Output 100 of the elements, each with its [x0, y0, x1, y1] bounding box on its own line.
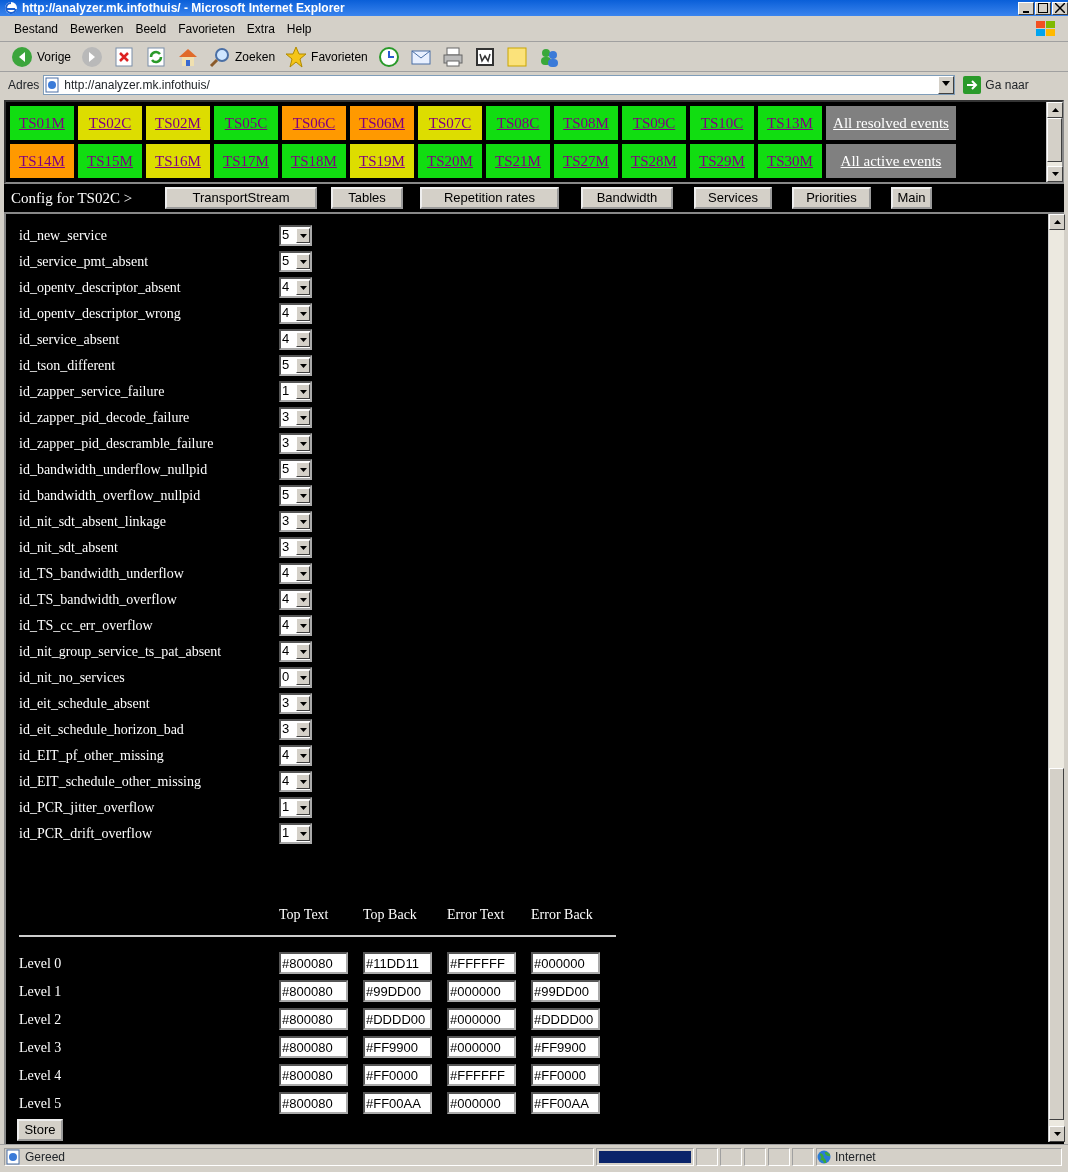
stream-link[interactable]: TS18M [282, 144, 346, 178]
stream-link[interactable]: TS21M [486, 144, 550, 178]
nav-button[interactable]: Main [891, 187, 932, 209]
value-select[interactable]: 4 [279, 614, 312, 636]
color-input[interactable]: #000000 [531, 952, 600, 974]
value-select[interactable]: 5 [279, 484, 312, 506]
color-input[interactable]: #FF00AA [531, 1092, 600, 1114]
value-select[interactable]: 4 [279, 770, 312, 792]
maximize-button[interactable] [1035, 1, 1051, 15]
stream-link[interactable]: TS10C [690, 106, 754, 140]
stream-link[interactable]: TS20M [418, 144, 482, 178]
value-select[interactable]: 3 [279, 718, 312, 740]
color-input[interactable]: #800080 [279, 1036, 348, 1058]
value-select[interactable]: 4 [279, 562, 312, 584]
color-input[interactable]: #FF00AA [363, 1092, 432, 1114]
stream-link[interactable]: TS02C [78, 106, 142, 140]
nav-button[interactable]: TransportStream [165, 187, 317, 209]
value-select[interactable]: 4 [279, 276, 312, 298]
color-input[interactable]: #DDDD00 [531, 1008, 600, 1030]
events-link[interactable]: All active events [826, 144, 956, 178]
value-select[interactable]: 4 [279, 588, 312, 610]
close-button[interactable] [1052, 1, 1068, 15]
stream-link[interactable]: TS05C [214, 106, 278, 140]
color-input[interactable]: #800080 [279, 1092, 348, 1114]
menu-item[interactable]: Bestand [8, 15, 65, 42]
stream-link[interactable]: TS14M [10, 144, 74, 178]
scrollbar[interactable] [1048, 214, 1064, 1142]
color-input[interactable]: #FF0000 [363, 1064, 432, 1086]
color-input[interactable]: #000000 [447, 1092, 516, 1114]
color-input[interactable]: #FF0000 [531, 1064, 600, 1086]
color-input[interactable]: #800080 [279, 1064, 348, 1086]
nav-button[interactable]: Priorities [792, 187, 871, 209]
stream-link[interactable]: TS02M [146, 106, 210, 140]
color-input[interactable]: #99DD00 [363, 980, 432, 1002]
search-button[interactable]: Zoeken [206, 42, 279, 71]
color-input[interactable]: #99DD00 [531, 980, 600, 1002]
color-input[interactable]: #FF9900 [531, 1036, 600, 1058]
back-button[interactable]: Vorige [8, 42, 75, 71]
color-input[interactable]: #800080 [279, 1008, 348, 1030]
nav-button[interactable]: Bandwidth [581, 187, 673, 209]
menu-item[interactable]: Help [280, 15, 318, 42]
stream-link[interactable]: TS13M [758, 106, 822, 140]
value-select[interactable]: 4 [279, 302, 312, 324]
nav-button[interactable]: Repetition rates [420, 187, 559, 209]
stream-link[interactable]: TS07C [418, 106, 482, 140]
stream-link[interactable]: TS08M [554, 106, 618, 140]
caret-icon [942, 81, 951, 88]
stream-link[interactable]: TS19M [350, 144, 414, 178]
address-field[interactable]: http://analyzer.mk.infothuis/ [43, 75, 956, 95]
value-select[interactable]: 5 [279, 354, 312, 376]
stream-link[interactable]: TS09C [622, 106, 686, 140]
stream-link[interactable]: TS17M [214, 144, 278, 178]
store-button[interactable]: Store [17, 1119, 63, 1141]
value-select[interactable]: 5 [279, 458, 312, 480]
color-input[interactable]: #000000 [447, 1008, 516, 1030]
stream-link[interactable]: TS28M [622, 144, 686, 178]
favorites-button[interactable]: Favorieten [282, 42, 371, 71]
menu-item[interactable]: Extra [240, 15, 281, 42]
value-select[interactable]: 5 [279, 224, 312, 246]
color-input[interactable]: #DDDD00 [363, 1008, 432, 1030]
value-select[interactable]: 4 [279, 744, 312, 766]
stream-link[interactable]: TS06M [350, 106, 414, 140]
value-select[interactable]: 3 [279, 536, 312, 558]
stream-link[interactable]: TS29M [690, 144, 754, 178]
menu-item[interactable]: Favorieten [172, 15, 241, 42]
nav-button[interactable]: Services [694, 187, 772, 209]
value-select[interactable]: 3 [279, 692, 312, 714]
color-input[interactable]: #FFFFFF [447, 952, 516, 974]
color-input[interactable]: #FFFFFF [447, 1064, 516, 1086]
value-select[interactable]: 4 [279, 328, 312, 350]
nav-button[interactable]: Tables [331, 187, 403, 209]
color-input[interactable]: #FF9900 [363, 1036, 432, 1058]
menu-item[interactable]: Beeld [129, 15, 173, 42]
stream-link[interactable]: TS16M [146, 144, 210, 178]
stream-link[interactable]: TS30M [758, 144, 822, 178]
stream-link[interactable]: TS27M [554, 144, 618, 178]
stream-link[interactable]: TS06C [282, 106, 346, 140]
stream-link[interactable]: TS08C [486, 106, 550, 140]
color-input[interactable]: #800080 [279, 980, 348, 1002]
minimize-button[interactable] [1018, 1, 1034, 15]
menu-item[interactable]: Bewerken [64, 15, 130, 42]
color-input[interactable]: #11DD11 [363, 952, 432, 974]
color-input[interactable]: #000000 [447, 980, 516, 1002]
dropdown-button[interactable] [938, 76, 955, 94]
stream-link[interactable]: TS01M [10, 106, 74, 140]
value-select[interactable]: 3 [279, 406, 312, 428]
value-select[interactable]: 1 [279, 380, 312, 402]
value-select[interactable]: 4 [279, 640, 312, 662]
scrollbar[interactable] [1046, 102, 1062, 182]
stream-link[interactable]: TS15M [78, 144, 142, 178]
value-select[interactable]: 1 [279, 822, 312, 844]
events-link[interactable]: All resolved events [826, 106, 956, 140]
value-select[interactable]: 3 [279, 510, 312, 532]
value-select[interactable]: 5 [279, 250, 312, 272]
value-select[interactable]: 0 [279, 666, 312, 688]
color-input[interactable]: #800080 [279, 952, 348, 974]
go-button[interactable]: Ga naar [963, 76, 1029, 94]
color-input[interactable]: #000000 [447, 1036, 516, 1058]
value-select[interactable]: 3 [279, 432, 312, 454]
value-select[interactable]: 1 [279, 796, 312, 818]
